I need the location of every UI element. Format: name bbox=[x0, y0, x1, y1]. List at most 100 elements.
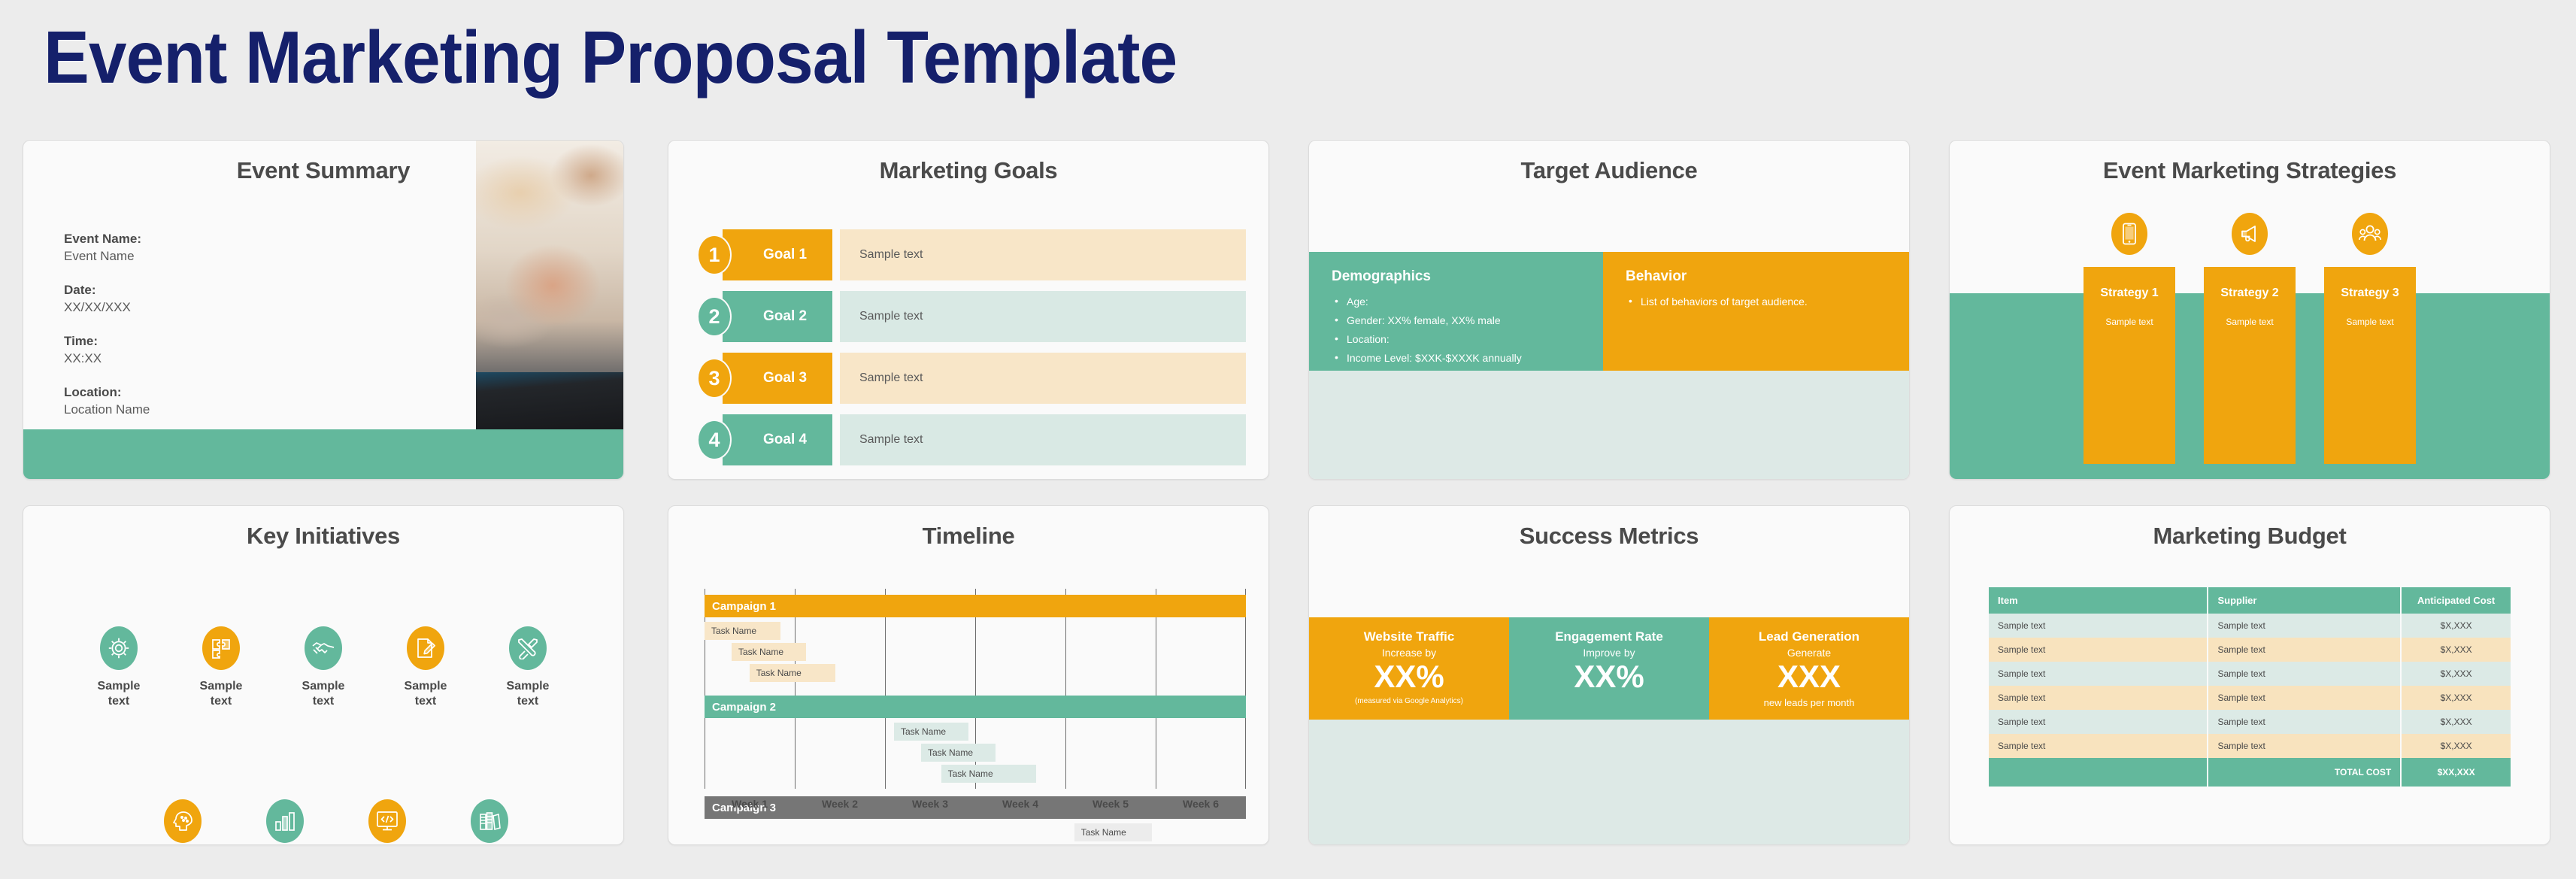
gantt-task-bar[interactable]: Task Name bbox=[749, 664, 835, 682]
strategy-column[interactable]: Strategy 3 Sample text bbox=[2324, 213, 2416, 468]
strategy-columns: Strategy 1 Sample text Strategy 2 Sample… bbox=[1950, 213, 2550, 468]
table-row[interactable]: Sample text Sample text $X,XXX bbox=[1989, 614, 2511, 638]
initiative-item[interactable]: Sampletext bbox=[180, 626, 262, 708]
metric-website-traffic: Website Traffic Increase by XX% (measure… bbox=[1309, 617, 1509, 721]
initiative-label: Sample text bbox=[199, 680, 243, 708]
strategy-bar: Strategy 2 Sample text bbox=[2204, 267, 2296, 464]
cell-cost: $X,XXX bbox=[2401, 734, 2511, 758]
initiative-item[interactable]: Sampletext bbox=[78, 626, 159, 708]
initiative-item[interactable]: Sampletext bbox=[385, 626, 466, 708]
goal-text[interactable]: Sample text bbox=[840, 229, 1246, 280]
total-label: TOTAL COST bbox=[2208, 758, 2402, 787]
cell-supplier: Sample text bbox=[2208, 614, 2402, 638]
people-group-icon bbox=[2352, 213, 2388, 255]
goal-row[interactable]: 1 Goal 1 Sample text bbox=[697, 229, 1246, 280]
initiative-item[interactable]: Sampletext bbox=[283, 626, 364, 708]
goal-label: Goal 2 bbox=[723, 291, 832, 342]
strategy-column[interactable]: Strategy 1 Sample text bbox=[2084, 213, 2175, 468]
table-row[interactable]: Sample text Sample text $X,XXX bbox=[1989, 662, 2511, 686]
initiative-item[interactable]: Sampletext bbox=[142, 799, 223, 844]
cell-cost: $X,XXX bbox=[2401, 710, 2511, 734]
budget-table-body: Sample text Sample text $X,XXX Sample te… bbox=[1989, 614, 2511, 787]
cell-supplier: Sample text bbox=[2208, 662, 2402, 686]
marketing-goals-title: Marketing Goals bbox=[879, 157, 1058, 183]
footer-band bbox=[1309, 720, 1909, 844]
gridline bbox=[884, 589, 886, 789]
table-row[interactable]: Sample text Sample text $X,XXX bbox=[1989, 710, 2511, 734]
goal-label: Goal 4 bbox=[723, 414, 832, 465]
strategy-text: Sample text bbox=[2226, 317, 2274, 327]
cell-supplier: Sample text bbox=[2208, 638, 2402, 662]
goal-row[interactable]: 2 Goal 2 Sample text bbox=[697, 291, 1246, 342]
initiative-item[interactable]: Sampletext bbox=[449, 799, 530, 844]
gantt-task-bar[interactable]: Task Name bbox=[1100, 844, 1178, 845]
cell-cost: $X,XXX bbox=[2401, 614, 2511, 638]
table-row[interactable]: Sample text Sample text $X,XXX bbox=[1989, 638, 2511, 662]
card-target-audience: Target Audience Demographics Age: Gender… bbox=[1308, 140, 1910, 480]
metric-value: XX% bbox=[1574, 659, 1644, 694]
metric-note: new leads per month bbox=[1763, 697, 1855, 709]
metric-value: XXX bbox=[1777, 659, 1841, 694]
gantt-task-bar[interactable]: Task Name bbox=[894, 723, 969, 741]
campaign-header[interactable]: Campaign 2 bbox=[705, 696, 1246, 718]
table-header-row: Item Supplier Anticipated Cost bbox=[1989, 587, 2511, 614]
gantt-task-bar[interactable]: Task Name bbox=[705, 622, 780, 640]
handshake-icon bbox=[305, 626, 342, 670]
cell-item: Sample text bbox=[1989, 734, 2209, 758]
metric-engagement-rate: Engagement Rate Improve by XX% bbox=[1509, 617, 1709, 721]
megaphone-icon bbox=[2232, 213, 2268, 255]
budget-title: Marketing Budget bbox=[2153, 523, 2347, 549]
axis-tick-label: Week 2 bbox=[822, 798, 858, 810]
metric-lead-generation: Lead Generation Generate XXX new leads p… bbox=[1709, 617, 1909, 721]
metric-title: Website Traffic bbox=[1363, 629, 1455, 644]
field-location: Location: Location Name bbox=[64, 384, 380, 419]
gantt-task-bar[interactable]: Task Name bbox=[1074, 823, 1152, 841]
goal-row[interactable]: 4 Goal 4 Sample text bbox=[697, 414, 1246, 465]
field-label: Date: bbox=[64, 282, 96, 297]
campaign-header[interactable]: Campaign 1 bbox=[705, 595, 1246, 617]
audience-applause-photo bbox=[476, 141, 623, 431]
success-metrics-title: Success Metrics bbox=[1519, 523, 1699, 549]
footer-band bbox=[1309, 371, 1909, 479]
table-row[interactable]: Sample text Sample text $X,XXX bbox=[1989, 686, 2511, 710]
axis-tick-label: Week 6 bbox=[1183, 798, 1219, 810]
card-key-initiatives: Key Initiatives Sample text Sample text Sa… bbox=[23, 505, 624, 845]
card-marketing-budget: Marketing Budget Item Supplier Anticipat… bbox=[1949, 505, 2550, 845]
gantt-task-bar[interactable]: Task Name bbox=[732, 643, 807, 661]
cell-supplier: Sample text bbox=[2208, 686, 2402, 710]
strategy-column[interactable]: Strategy 2 Sample text bbox=[2204, 213, 2296, 468]
gridline bbox=[1244, 589, 1246, 789]
column-header-cost: Anticipated Cost bbox=[2401, 587, 2511, 614]
puzzle-icon bbox=[202, 626, 240, 670]
gantt-task-bar[interactable]: Task Name bbox=[941, 765, 1036, 783]
gridline bbox=[794, 589, 796, 789]
strategy-name: Strategy 1 bbox=[2100, 286, 2159, 299]
strategy-bar: Strategy 3 Sample text bbox=[2324, 267, 2416, 464]
strategies-title: Event Marketing Strategies bbox=[2102, 157, 2397, 183]
list-item: List of behaviors of target audience. bbox=[1626, 292, 1887, 311]
metric-value: XX% bbox=[1374, 659, 1444, 694]
strategy-bar: Strategy 1 Sample text bbox=[2084, 267, 2175, 464]
initiative-item[interactable]: Sampletext bbox=[244, 799, 326, 844]
table-row[interactable]: Sample text Sample text $X,XXX bbox=[1989, 734, 2511, 758]
field-value: Location Name bbox=[64, 402, 150, 417]
demographics-heading: Demographics bbox=[1332, 268, 1431, 284]
goal-text[interactable]: Sample text bbox=[840, 291, 1246, 342]
gantt-task-bar[interactable]: Task Name bbox=[921, 744, 996, 762]
budget-table: Item Supplier Anticipated Cost Sample te… bbox=[1989, 587, 2511, 787]
field-label: Location: bbox=[64, 384, 122, 399]
bar-chart-icon bbox=[266, 799, 304, 843]
field-value: Event Name bbox=[64, 248, 135, 263]
initiatives-row-2: Sampletext Sampletext Sampletext Samplet… bbox=[23, 799, 623, 844]
goal-text[interactable]: Sample text bbox=[840, 353, 1246, 404]
initiative-item[interactable]: Sampletext bbox=[487, 626, 568, 708]
initiative-item[interactable]: Sampletext bbox=[347, 799, 428, 844]
axis-tick-label: Week 4 bbox=[1002, 798, 1038, 810]
goal-label: Goal 1 bbox=[723, 229, 832, 280]
card-event-marketing-strategies: Event Marketing Strategies Strategy 1 Sa… bbox=[1949, 140, 2550, 480]
timeline-title: Timeline bbox=[922, 523, 1015, 549]
goal-row[interactable]: 3 Goal 3 Sample text bbox=[697, 353, 1246, 404]
card-success-metrics: Success Metrics Website Traffic Increase… bbox=[1308, 505, 1910, 845]
goal-text[interactable]: Sample text bbox=[840, 414, 1246, 465]
goal-number-badge: 1 bbox=[697, 235, 732, 275]
